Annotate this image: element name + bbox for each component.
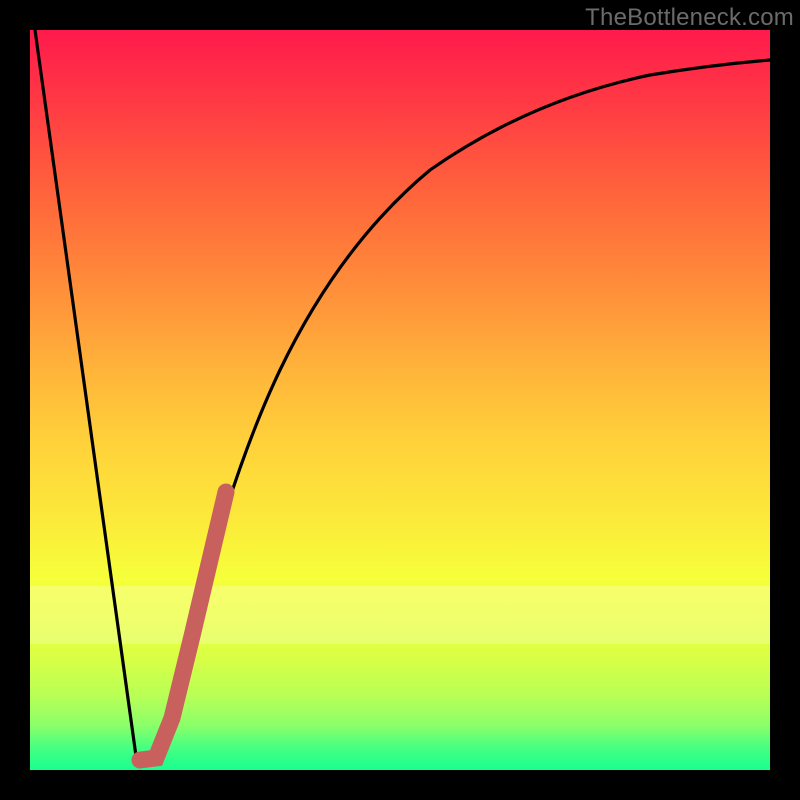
bottleneck-curve	[35, 30, 770, 762]
chart-frame: TheBottleneck.com	[0, 0, 800, 800]
highlight-segment	[140, 492, 226, 760]
curve-layer	[30, 30, 770, 770]
plot-area	[30, 30, 770, 770]
watermark-text: TheBottleneck.com	[585, 4, 794, 32]
